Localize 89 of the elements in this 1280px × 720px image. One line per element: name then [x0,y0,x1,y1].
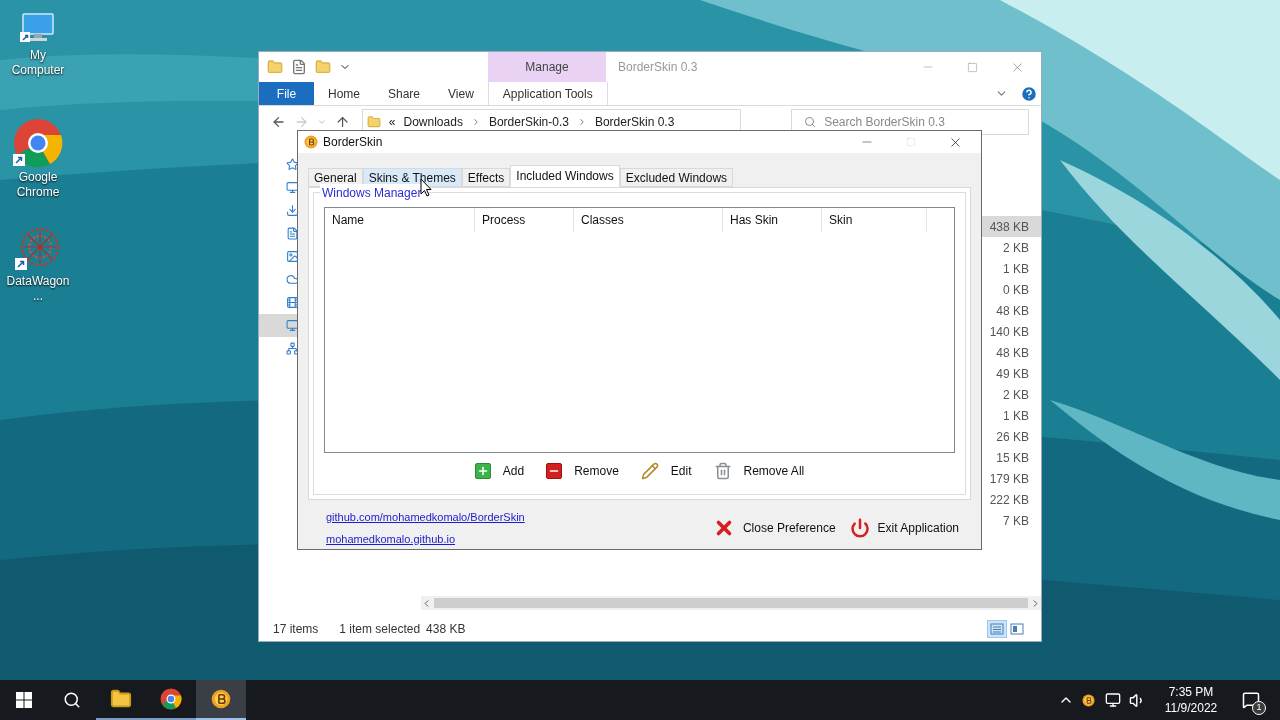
pc-icon [286,319,299,332]
desktop-icon-label[interactable]: Google Chrome [0,170,76,200]
clock-date[interactable]: 11/9/2022 [1164,700,1218,716]
breadcrumb-item[interactable]: Downloads [403,113,463,131]
ribbon-tab[interactable]: Home [314,82,374,105]
overflow-marker: « [388,114,396,131]
ribbon-tab[interactable]: Application Tools [487,82,608,105]
file-size: 7 KB [1002,512,1030,530]
column-header[interactable]: Has Skin [723,208,822,232]
chrome-icon [13,118,63,168]
coin-logo-icon [211,689,231,709]
search-icon [63,691,81,709]
column-header[interactable]: Name [325,208,475,232]
cloud-icon [286,273,299,286]
link[interactable]: github.com/mohamedkomalo/BorderSkin [326,509,525,526]
group-title: Windows Manager [320,184,424,202]
maximize-icon [906,137,916,147]
desktop-icon [286,181,299,194]
taskbar-app[interactable] [196,680,246,720]
tray-coin-icon [1082,693,1095,707]
desktop-icon-label[interactable]: DataWagon... [0,274,76,304]
sphere-web-icon [15,226,61,272]
column-header[interactable]: Skin [822,208,927,232]
column-header[interactable]: Process [475,208,574,232]
selection-size: 438 KB [426,620,466,638]
trash-icon [713,462,732,480]
coin-logo-icon [304,135,318,149]
folder-icon [366,115,381,129]
help-icon[interactable] [1020,84,1038,103]
tab[interactable]: Included Windows [510,165,620,187]
context-group-label: Manage [488,52,606,82]
add-icon [474,463,491,479]
remove-icon [546,463,563,479]
video-icon [286,296,299,309]
clock-time[interactable]: 7:35 PM [1168,684,1214,700]
action-button[interactable]: Edit [640,462,692,480]
action-button[interactable]: Remove [546,462,619,480]
picture-icon [286,250,299,263]
ribbon-tab[interactable]: File [259,82,314,105]
notification-icon [1242,691,1260,709]
window-title: BorderSkin 0.3 [618,59,699,76]
file-size: 2 KB [1002,386,1030,404]
dialog-title: BorderSkin [323,134,384,151]
desktop-icon-label[interactable]: My Computer [0,48,76,78]
network-icon[interactable] [1105,692,1121,708]
file-size: 26 KB [995,428,1030,446]
breadcrumb-item[interactable]: BorderSkin-0.3 [488,113,569,131]
notification-button[interactable]: 1 [1236,685,1266,715]
windows-list[interactable]: Name Process Classes Has Skin Skin [324,207,955,453]
file-size: 15 KB [995,449,1030,467]
search-placeholder: Search BorderSkin 0.3 [824,114,945,131]
file-size: 49 KB [995,365,1030,383]
star-icon [286,158,299,171]
selection-status: 1 item selected [339,620,421,638]
action-button[interactable]: Remove All [713,462,805,480]
search-icon [804,116,817,128]
item-count: 17 items [273,620,319,638]
horizontal-scrollbar[interactable] [421,596,1041,610]
chrome-icon [160,688,182,710]
folder-icon [110,688,132,710]
file-size: 140 KB [988,323,1030,341]
ribbon-tab[interactable]: View [434,82,488,105]
power-icon [849,518,870,538]
file-size: 48 KB [995,344,1030,362]
document-icon [286,227,299,240]
tab[interactable]: Effects [461,168,511,187]
tab[interactable]: Excluded Windows [619,168,734,187]
file-size: 179 KB [988,470,1030,488]
file-size: 48 KB [995,302,1030,320]
file-size: 1 KB [1002,260,1030,278]
file-size: 2 KB [1002,239,1030,257]
link[interactable]: mohamedkomalo.github.io [326,530,525,547]
properties-icon[interactable] [291,59,307,75]
file-size: 222 KB [988,491,1030,509]
exit-button[interactable]: Exit Application [849,518,965,538]
notification-badge: 1 [1252,701,1266,715]
download-icon [286,204,299,217]
close-button[interactable]: Close Preference [712,517,842,539]
column-header[interactable]: Classes [574,208,723,232]
breadcrumb-item[interactable]: BorderSkin 0.3 [594,113,675,131]
file-size: 438 KB [981,216,1041,237]
pencil-icon [640,462,659,480]
details-view-button[interactable] [987,619,1007,638]
file-size: 1 KB [1002,407,1030,425]
network-icon [286,342,299,355]
ribbon-tab[interactable]: Share [374,82,435,105]
action-button[interactable]: Add [474,462,525,480]
windows-logo-icon [16,692,32,708]
file-size: 0 KB [1002,281,1030,299]
